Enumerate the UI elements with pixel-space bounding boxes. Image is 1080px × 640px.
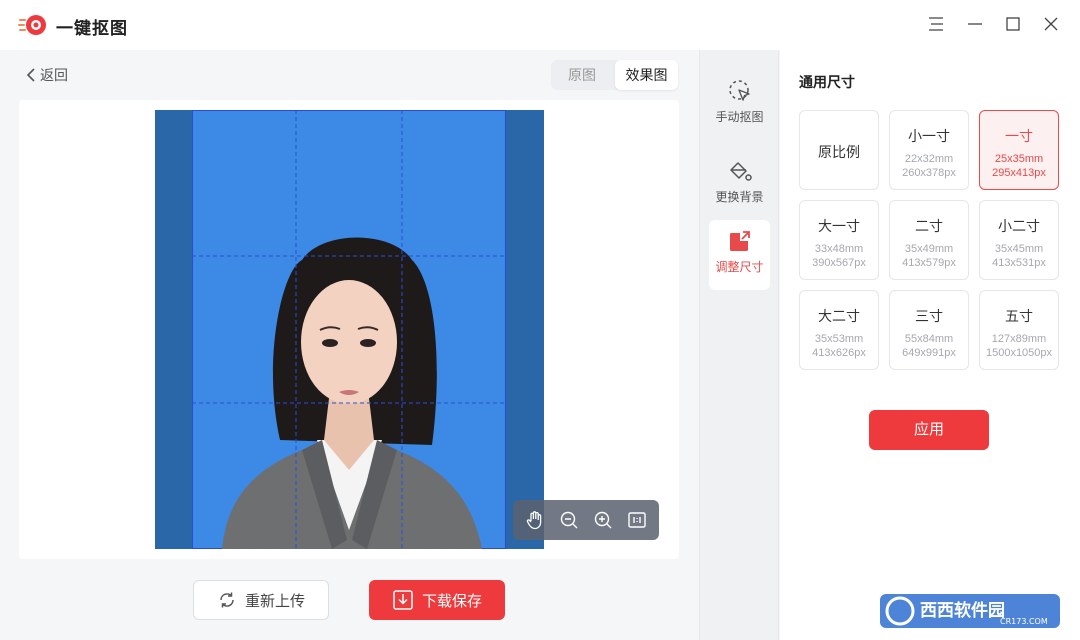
- size-card-px: 413x531px: [992, 257, 1046, 269]
- size-card-large-1inch[interactable]: 大一寸 33x48mm 390x567px: [799, 200, 879, 280]
- zoom-out-icon[interactable]: [555, 506, 583, 534]
- chevron-left-icon: [26, 68, 35, 82]
- minimize-icon[interactable]: [961, 10, 989, 38]
- download-label: 下载保存: [421, 592, 482, 610]
- size-card-px: 260x378px: [902, 167, 956, 179]
- size-card-px: 390x567px: [812, 257, 866, 269]
- maximize-icon[interactable]: [999, 10, 1027, 38]
- menu-icon[interactable]: [922, 10, 950, 38]
- portrait-illustration: [192, 110, 506, 549]
- fit-screen-icon[interactable]: [623, 506, 651, 534]
- size-card-mm: 35x53mm: [814, 333, 864, 345]
- size-card-mm: 35x45mm: [994, 243, 1044, 255]
- tool-resize-label: 调整尺寸: [715, 260, 764, 274]
- zoom-in-icon[interactable]: [589, 506, 617, 534]
- size-panel-title: 通用尺寸: [799, 74, 855, 90]
- size-card-mm: 22x32mm: [904, 153, 954, 165]
- tab-result[interactable]: 效果图: [615, 60, 678, 90]
- size-card-mm: 127x89mm: [991, 333, 1047, 345]
- size-card-px: 1500x1050px: [985, 347, 1053, 359]
- size-card-small-1inch[interactable]: 小一寸 22x32mm 260x378px: [889, 110, 969, 190]
- result-photo[interactable]: [155, 110, 544, 549]
- download-save-button[interactable]: 下载保存: [369, 580, 505, 620]
- back-label: 返回: [40, 67, 68, 83]
- tool-change-background[interactable]: 更换背景: [709, 150, 770, 220]
- size-card-5inch[interactable]: 五寸 127x89mm 1500x1050px: [979, 290, 1059, 370]
- download-icon: [393, 590, 413, 610]
- paint-bucket-icon: [729, 162, 752, 181]
- size-card-mm: 35x49mm: [904, 243, 954, 255]
- reupload-button[interactable]: 重新上传: [193, 580, 329, 620]
- title-bar: 一键抠图: [0, 0, 1080, 50]
- hand-icon[interactable]: [521, 506, 549, 534]
- watermark-text: 西西软件园: [920, 600, 1005, 621]
- apply-button[interactable]: 应用: [869, 410, 989, 450]
- size-card-large-2inch[interactable]: 大二寸 35x53mm 413x626px: [799, 290, 879, 370]
- size-card-3inch[interactable]: 三寸 55x84mm 649x991px: [889, 290, 969, 370]
- size-card-2inch[interactable]: 二寸 35x49mm 413x579px: [889, 200, 969, 280]
- size-card-name: 二寸: [915, 218, 943, 234]
- size-card-name: 大二寸: [818, 308, 860, 324]
- size-card-original[interactable]: 原比例: [799, 110, 879, 190]
- close-icon[interactable]: [1037, 10, 1065, 38]
- zoom-toolbar: [513, 500, 659, 540]
- crop-frame[interactable]: [192, 110, 506, 549]
- watermark-url: CR173.COM: [1000, 617, 1048, 626]
- size-card-mm: 55x84mm: [904, 333, 954, 345]
- tab-original[interactable]: 原图: [551, 60, 613, 90]
- cursor-select-icon: [728, 80, 750, 101]
- size-card-mm: 25x35mm: [994, 153, 1044, 165]
- reupload-label: 重新上传: [244, 592, 305, 610]
- size-card-px: 295x413px: [992, 167, 1046, 179]
- size-card-px: 413x579px: [902, 257, 956, 269]
- tool-column: 手动抠图 更换背景 调整尺寸: [699, 50, 779, 640]
- refresh-icon: [220, 592, 234, 608]
- size-card-name: 一寸: [1005, 128, 1033, 144]
- size-card-name: 小二寸: [998, 218, 1040, 234]
- tool-change-background-label: 更换背景: [715, 190, 764, 204]
- view-toggle: 原图 效果图: [551, 60, 678, 90]
- size-panel: 通用尺寸 原比例 小一寸 22x32mm 260x378px 一寸 25x35m…: [780, 50, 1080, 640]
- tool-manual-cutout-label: 手动抠图: [715, 110, 764, 124]
- back-button[interactable]: 返回: [26, 64, 68, 86]
- app-logo-icon: [18, 15, 46, 35]
- size-card-name: 三寸: [915, 308, 943, 324]
- size-card-px: 649x991px: [902, 347, 956, 359]
- tool-manual-cutout[interactable]: 手动抠图: [709, 70, 770, 140]
- size-card-small-2inch[interactable]: 小二寸 35x45mm 413x531px: [979, 200, 1059, 280]
- tool-resize[interactable]: 调整尺寸: [709, 220, 770, 290]
- size-card-name: 原比例: [818, 144, 860, 160]
- size-card-1inch[interactable]: 一寸 25x35mm 295x413px: [979, 110, 1059, 190]
- resize-icon: [729, 231, 750, 251]
- app-title: 一键抠图: [56, 19, 128, 38]
- size-card-name: 小一寸: [908, 128, 950, 144]
- watermark-logo: 西西软件园 CR173.COM: [880, 590, 1060, 632]
- size-card-px: 413x626px: [812, 347, 866, 359]
- size-card-name: 大一寸: [818, 218, 860, 234]
- size-card-name: 五寸: [1005, 308, 1033, 324]
- size-card-mm: 33x48mm: [814, 243, 864, 255]
